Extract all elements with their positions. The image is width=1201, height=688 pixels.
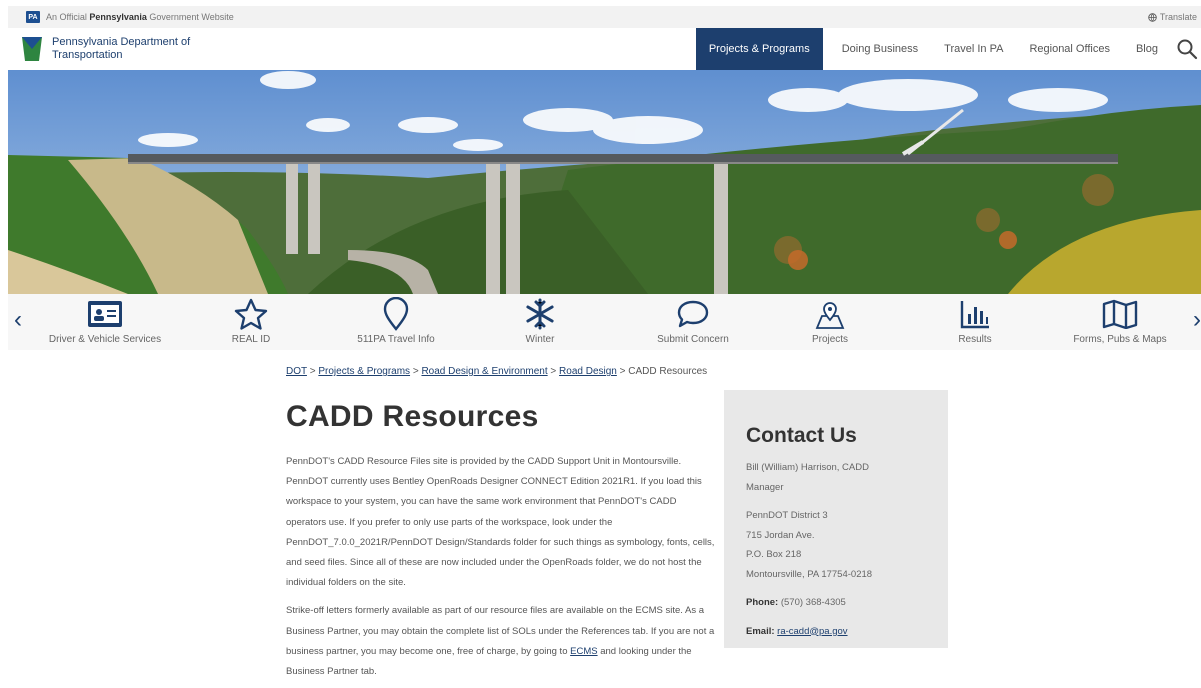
breadcrumb-road-design-environment[interactable]: Road Design & Environment [421, 366, 547, 377]
breadcrumb-road-design[interactable]: Road Design [559, 366, 617, 377]
contact-us-box: Contact Us Bill (William) Harrison, CADD… [724, 390, 948, 648]
quicklink-real-id[interactable]: REAL ID [181, 298, 321, 345]
id-card-icon [88, 301, 122, 327]
translate-button[interactable]: Translate [1148, 12, 1197, 22]
paragraph-intro: PennDOT's CADD Resource Files site is pr… [286, 456, 715, 589]
contact-phone: Phone: (570) 368-4305 [746, 597, 846, 608]
paragraph-strike-off: Strike-off letters formerly available as… [286, 605, 715, 678]
bar-chart-icon [960, 301, 989, 329]
quicklink-forms-pubs-maps[interactable]: Forms, Pubs & Maps [1050, 298, 1190, 345]
page-title: CADD Resources [286, 400, 539, 433]
breadcrumb: DOT > Projects & Programs > Road Design … [286, 366, 708, 377]
contact-name: Bill (William) Harrison, CADD Manager [746, 462, 869, 493]
chevron-right-icon[interactable]: › [1193, 306, 1201, 334]
quicklink-results[interactable]: Results [905, 298, 1045, 345]
official-banner: PA An Official Pennsylvania Government W… [8, 6, 1201, 28]
email-link[interactable]: ra-cadd@pa.gov [777, 626, 847, 637]
star-icon [234, 298, 268, 330]
contact-title: Contact Us [746, 424, 857, 447]
pa-badge: PA [26, 11, 40, 23]
quicklink-driver-vehicle-services[interactable]: Driver & Vehicle Services [35, 298, 175, 345]
location-pin-icon [383, 297, 409, 331]
chevron-left-icon[interactable]: ‹ [14, 306, 22, 334]
main-content: PennDOT's CADD Resource Files site is pr… [286, 452, 716, 688]
quicklink-winter[interactable]: Winter [470, 298, 610, 345]
official-website-text: An Official Pennsylvania Government Webs… [46, 12, 234, 22]
quick-links-carousel: ‹ Driver & Vehicle Services REAL ID 511P… [8, 294, 1201, 350]
ecms-link[interactable]: ECMS [570, 646, 597, 657]
main-nav: Projects & Programs Doing Business Trave… [695, 28, 1201, 70]
nav-travel-in-pa[interactable]: Travel In PA [931, 28, 1016, 70]
contact-email: Email: ra-cadd@pa.gov [746, 625, 848, 637]
quicklink-projects[interactable]: Projects [760, 298, 900, 345]
search-icon[interactable] [1175, 37, 1199, 61]
breadcrumb-current: CADD Resources [628, 366, 708, 377]
contact-address: PennDOT District 3 715 Jordan Ave. P.O. … [746, 510, 873, 580]
speech-bubble-icon [677, 300, 709, 328]
hero-image [8, 70, 1201, 294]
bridge-landscape-image [8, 70, 1201, 294]
nav-doing-business[interactable]: Doing Business [829, 28, 931, 70]
nav-regional-offices[interactable]: Regional Offices [1016, 28, 1123, 70]
nav-blog[interactable]: Blog [1123, 28, 1171, 70]
nav-projects-programs[interactable]: Projects & Programs [695, 28, 823, 70]
keystone-icon[interactable] [20, 35, 44, 63]
breadcrumb-dot[interactable]: DOT [286, 366, 307, 377]
snowflake-icon [526, 298, 554, 330]
agency-name[interactable]: Pennsylvania Department of Transportatio… [52, 36, 190, 62]
site-header: Pennsylvania Department of Transportatio… [8, 28, 1201, 70]
breadcrumb-projects-programs[interactable]: Projects & Programs [318, 366, 410, 377]
quicklink-submit-concern[interactable]: Submit Concern [623, 298, 763, 345]
quicklink-511pa-travel-info[interactable]: 511PA Travel Info [326, 297, 466, 345]
map-pin-icon [815, 302, 845, 329]
globe-icon [1148, 12, 1157, 22]
map-icon [1102, 299, 1138, 329]
